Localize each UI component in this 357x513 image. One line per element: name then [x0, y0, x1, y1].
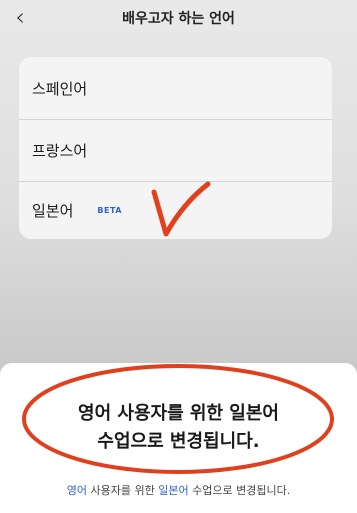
nav-bar: ‹ 배우고자 하는 언어 — [0, 0, 357, 40]
sheet-footnote: 영어 사용자를 위한 일본어 수업으로 변경됩니다. — [0, 482, 357, 498]
language-label: 일본어 — [32, 202, 74, 220]
language-item-spanish[interactable]: 스페인어 — [19, 57, 332, 119]
footnote-target-language: 일본어 — [158, 484, 189, 497]
sheet-message: 영어 사용자를 위한 일본어 수업으로 변경됩니다. — [0, 400, 357, 456]
page-title: 배우고자 하는 언어 — [122, 11, 235, 27]
language-label: 프랑스어 — [32, 142, 88, 160]
footnote-source-language: 영어 — [66, 484, 88, 497]
sheet-message-line2: 수업으로 변경됩니다. — [97, 431, 260, 452]
sheet-message-line1: 영어 사용자를 위한 일본어 — [78, 403, 279, 424]
footnote-text-end: 수업으로 변경됩니다. — [188, 484, 291, 497]
footnote-text: 사용자를 위한 — [87, 484, 159, 497]
beta-badge: BETA — [97, 206, 122, 215]
handwritten-check-annotation — [151, 181, 211, 237]
language-label: 스페인어 — [32, 79, 88, 98]
